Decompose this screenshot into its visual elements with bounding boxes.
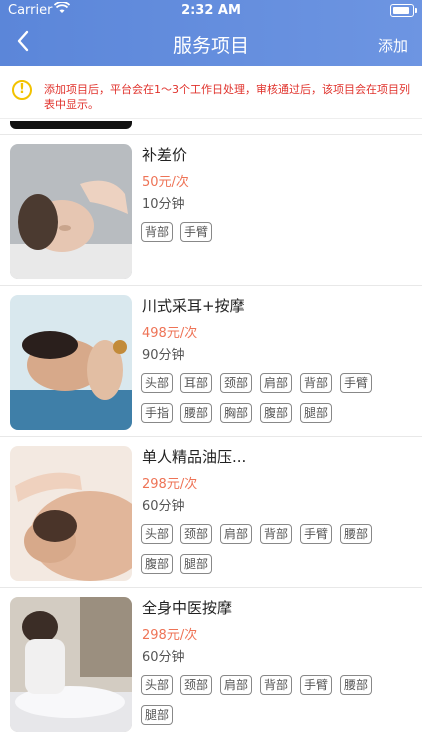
service-duration: 90分钟 (142, 348, 185, 363)
service-title: 补差价 (142, 146, 188, 164)
service-title: 单人精品油压... (142, 448, 247, 466)
notice-banner: ! 添加项目后，平台会在1～3个工作日处理，审核通过后，该项目会在项目列表中显示… (0, 66, 422, 119)
add-button[interactable]: 添加 (378, 35, 408, 56)
tag-chip: 颈部 (220, 373, 253, 393)
navigation-header: Carrier 2:32 AM 服务项目 添加 (0, 0, 422, 66)
notice-text: 添加项目后，平台会在1～3个工作日处理，审核通过后，该项目会在项目列表中显示。 (44, 83, 410, 111)
tag-chip: 腿部 (300, 403, 333, 423)
tag-chip: 腹部 (141, 554, 174, 574)
service-title: 全身中医按摩 (142, 599, 233, 617)
page-title: 服务项目 (172, 35, 249, 57)
service-item[interactable]: 川式采耳+按摩 498元/次 90分钟 头部 耳部 颈部 肩部 背部 手臂 手指… (0, 287, 422, 435)
tag-chip: 手臂 (300, 675, 333, 695)
bottom-safe-area (0, 738, 422, 750)
service-item[interactable]: 全身中医按摩 298元/次 60分钟 头部 颈部 肩部 背部 手臂 腰部 腿部 (0, 589, 422, 737)
tag-chip: 背部 (300, 373, 333, 393)
tag-chip: 背部 (260, 675, 293, 695)
tag-chip: 腿部 (141, 705, 174, 725)
divider (0, 285, 422, 286)
tag-chip: 肩部 (260, 373, 293, 393)
tag-chip: 腰部 (340, 524, 373, 544)
tag-chip: 腰部 (340, 675, 373, 695)
service-thumbnail (10, 597, 132, 732)
service-price: 50元/次 (142, 175, 189, 190)
status-bar: Carrier 2:32 AM (0, 0, 422, 22)
divider (0, 134, 422, 135)
service-price: 298元/次 (142, 628, 198, 643)
service-title: 川式采耳+按摩 (142, 297, 245, 315)
service-duration: 10分钟 (142, 197, 185, 212)
divider (0, 436, 422, 437)
tag-chip: 头部 (141, 373, 174, 393)
tag-chip: 背部 (141, 222, 174, 242)
tag-chip: 颈部 (180, 675, 213, 695)
alert-circle-icon: ! (12, 80, 32, 100)
service-item[interactable]: 单人精品油压... 298元/次 60分钟 头部 颈部 肩部 背部 手臂 腰部 … (0, 438, 422, 586)
tag-chip: 颈部 (180, 524, 213, 544)
tag-chip: 背部 (260, 524, 293, 544)
tag-chip: 手臂 (340, 373, 373, 393)
tag-chip: 手臂 (300, 524, 333, 544)
service-thumbnail (10, 144, 132, 279)
service-duration: 60分钟 (142, 650, 185, 665)
clock-time: 2:32 AM (181, 3, 241, 18)
tag-chip: 胸部 (220, 403, 253, 423)
tag-chip: 耳部 (180, 373, 213, 393)
battery-icon (390, 4, 417, 17)
tag-chip: 手臂 (180, 222, 213, 242)
service-thumbnail (10, 446, 132, 581)
service-thumbnail (10, 295, 132, 430)
service-price: 298元/次 (142, 477, 198, 492)
divider (0, 587, 422, 588)
service-item[interactable]: 补差价 50元/次 10分钟 背部 手臂 (0, 136, 422, 284)
tag-chip: 腿部 (180, 554, 213, 574)
tag-chip: 腰部 (180, 403, 213, 423)
tag-chip: 头部 (141, 675, 174, 695)
tag-chip: 腹部 (260, 403, 293, 423)
service-duration: 60分钟 (142, 499, 185, 514)
tag-chip: 头部 (141, 524, 174, 544)
tag-chip: 手指 (141, 403, 174, 423)
partial-previous-item (10, 121, 132, 129)
tag-chip: 肩部 (220, 524, 253, 544)
tag-chip: 肩部 (220, 675, 253, 695)
service-price: 498元/次 (142, 326, 198, 341)
